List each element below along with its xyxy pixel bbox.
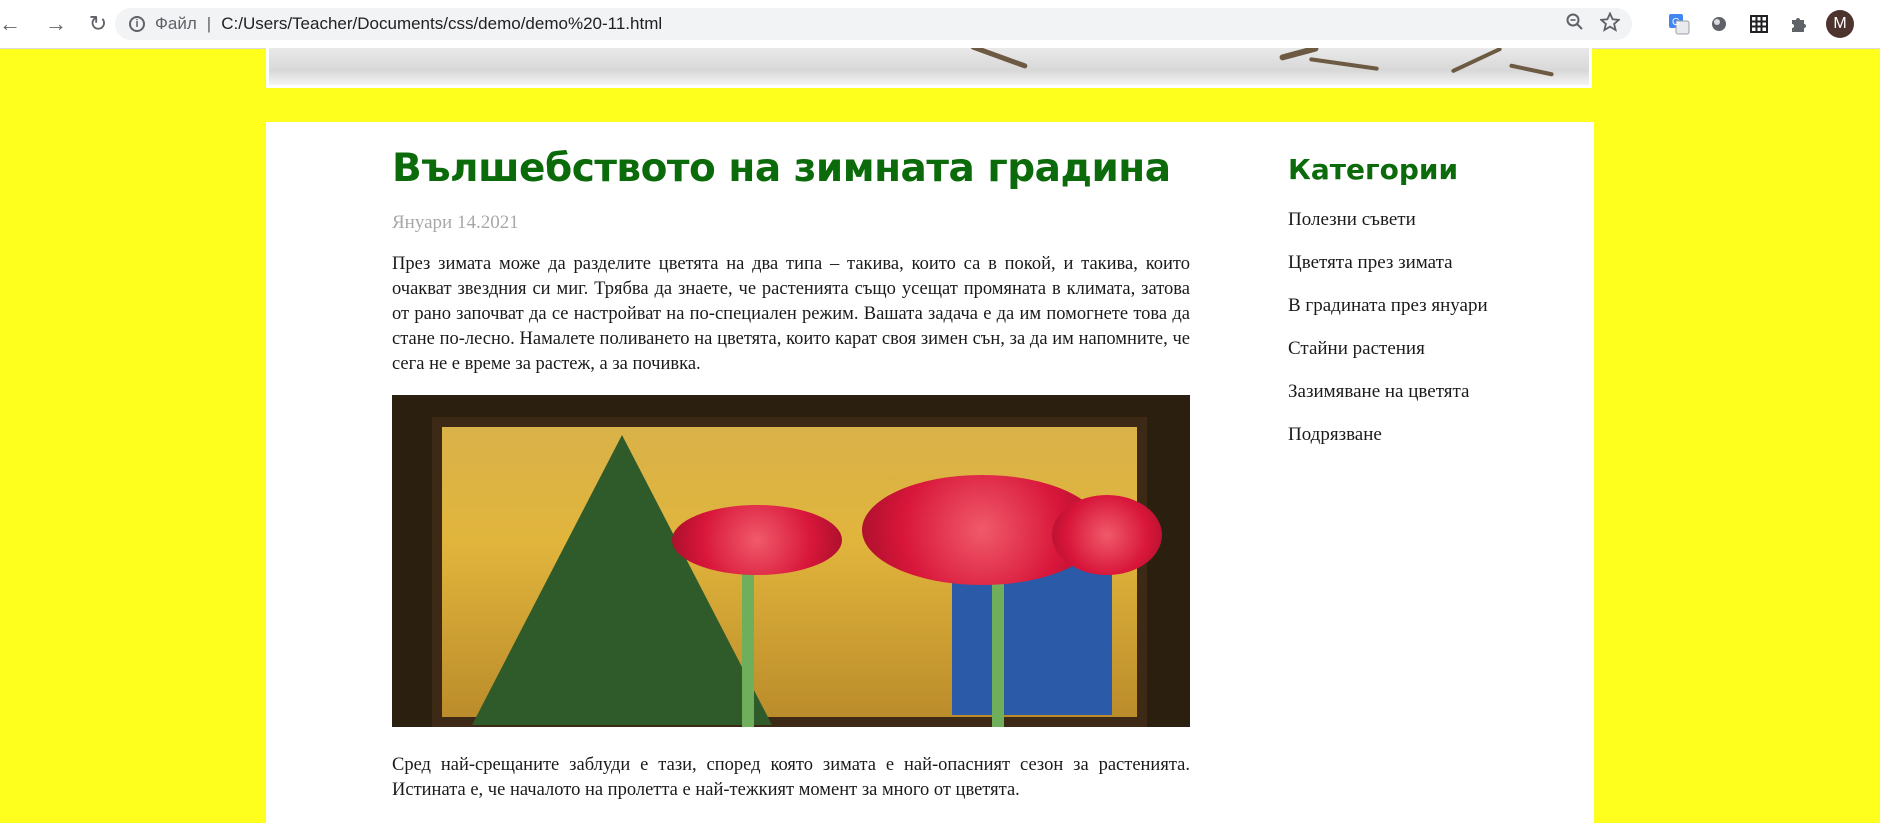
zoom-icon[interactable] [1566,13,1584,36]
back-arrow-icon[interactable]: ← [0,6,28,42]
puzzle-extensions-icon[interactable] [1786,11,1812,37]
info-icon[interactable]: i [129,16,145,32]
profile-avatar[interactable]: M [1826,10,1854,38]
content-area: Вълшебството на зимната градина Януари 1… [266,122,1594,823]
reload-icon[interactable]: ↻ [80,6,116,42]
category-item[interactable]: Стайни растения [1288,337,1538,361]
browser-toolbar: ← → ↻ i Файл | C:/Users/Teacher/Document… [0,0,1880,49]
article-paragraph: Сред най-срещаните заблуди е тази, споре… [392,755,1190,800]
article: Вълшебството на зимната градина Януари 1… [392,144,1190,803]
category-list: Полезни съвети Цветята през зимата В гра… [1288,208,1538,447]
translate-extension-icon[interactable]: G [1666,11,1692,37]
sidebar-heading: Категории [1288,153,1459,186]
article-paragraph: През зимата може да разделите цветята на… [392,254,1190,374]
article-date: Януари 14.2021 [392,212,519,233]
category-item[interactable]: В градината през януари [1288,294,1538,318]
address-separator: | [206,14,212,33]
scheme-label: Файл [155,14,197,33]
bookmark-star-icon[interactable] [1598,10,1622,37]
category-item[interactable]: Цветята през зимата [1288,251,1538,275]
category-item[interactable]: Полезни съвети [1288,208,1538,232]
svg-text:G: G [1672,17,1680,28]
circle-extension-icon[interactable] [1706,11,1732,37]
grid-extension-icon[interactable] [1746,11,1772,37]
article-photo [392,395,1190,727]
url-text[interactable]: C:/Users/Teacher/Documents/css/demo/demo… [221,14,662,34]
forward-arrow-icon[interactable]: → [38,6,74,42]
categories-sidebar: Категории Полезни съвети Цветята през зи… [1288,150,1538,466]
category-item[interactable]: Зазимяване на цветята [1288,380,1538,404]
article-title: Вълшебството на зимната градина [392,146,1171,191]
category-item[interactable]: Подрязване [1288,423,1538,447]
header-banner-image [266,48,1592,88]
address-bar[interactable]: i Файл | C:/Users/Teacher/Documents/css/… [115,8,1632,40]
